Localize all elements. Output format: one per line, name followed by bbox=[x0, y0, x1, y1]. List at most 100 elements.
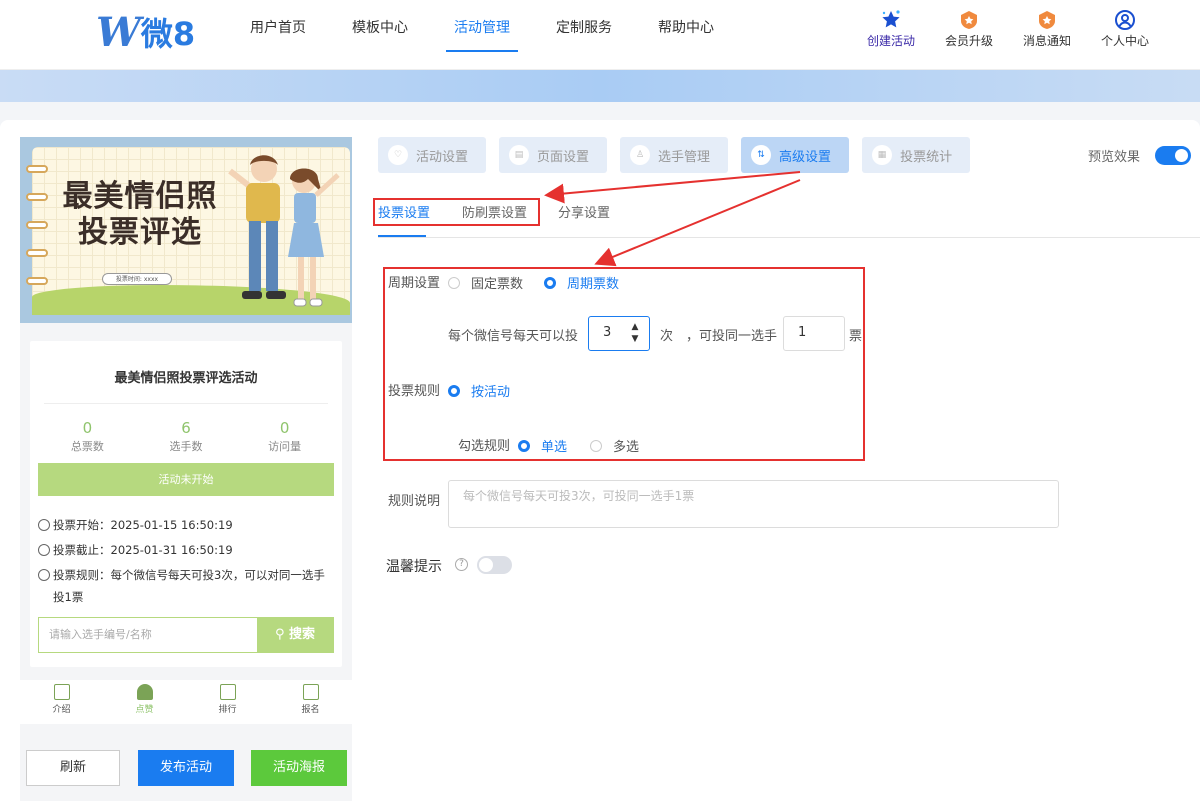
couple-illustration bbox=[228, 155, 340, 307]
activity-poster: 最美情侣照 投票评选 投票时间: xxxx bbox=[20, 137, 352, 323]
stat-label: 访问量 bbox=[268, 440, 302, 453]
top-navigation-bar: W 微8 用户首页 模板中心 活动管理 定制服务 帮助中心 创建活动 会员升级 … bbox=[0, 0, 1200, 70]
nav-item-help[interactable]: 帮助中心 bbox=[638, 0, 734, 70]
step-vote-statistics[interactable]: ▦ 投票统计 bbox=[862, 137, 971, 173]
profile-button[interactable]: 个人中心 bbox=[1086, 8, 1164, 49]
poster-title-line1: 最美情侣照 bbox=[62, 179, 218, 214]
message-notification-button[interactable]: 消息通知 bbox=[1008, 8, 1086, 49]
member-upgrade-label: 会员升级 bbox=[944, 34, 993, 48]
step-activity-settings[interactable]: ♡ 活动设置 bbox=[378, 137, 487, 173]
step-label: 投票统计 bbox=[900, 149, 953, 165]
step-advanced-settings[interactable]: ⇅ 高级设置 bbox=[741, 137, 850, 173]
step-label: 选手管理 bbox=[658, 149, 711, 165]
poster-time: 投票时间: xxxx bbox=[102, 273, 172, 285]
vote-end-text: 投票截止：2025-01-31 16:50:19 bbox=[53, 543, 233, 557]
poster-title: 最美情侣照 投票评选 bbox=[60, 179, 220, 251]
preview-toggle[interactable] bbox=[1155, 146, 1191, 165]
vote-rule-line: 投票规则：每个微信号每天可投3次，可以对同一选手投1票 bbox=[38, 563, 334, 608]
tab-like[interactable]: 点赞 bbox=[103, 680, 186, 724]
help-icon[interactable]: ? bbox=[455, 558, 468, 571]
user-icon: ♙ bbox=[630, 145, 651, 165]
refresh-button[interactable]: 刷新 bbox=[26, 750, 120, 786]
binder-ring-icon bbox=[26, 165, 48, 173]
clock-icon bbox=[38, 519, 50, 531]
rule-description-label: 规则说明 bbox=[388, 494, 441, 509]
stat-visits: 0 访问量 bbox=[235, 419, 334, 454]
binder-ring-icon bbox=[26, 193, 48, 201]
message-notification-label: 消息通知 bbox=[1022, 34, 1071, 48]
activity-poster-button[interactable]: 活动海报 bbox=[251, 750, 347, 786]
nav-item-templates[interactable]: 模板中心 bbox=[332, 0, 428, 70]
stat-value: 0 bbox=[82, 419, 93, 437]
preview-tab-bar: 介绍 点赞 排行 报名 bbox=[20, 680, 352, 724]
activity-status-banner: 活动未开始 bbox=[38, 463, 334, 496]
stat-value: 6 bbox=[181, 419, 191, 437]
preview-toggle-label: 预览效果 bbox=[1088, 150, 1141, 165]
step-page-settings[interactable]: ▤ 页面设置 bbox=[499, 137, 608, 173]
tip-toggle[interactable] bbox=[477, 556, 512, 574]
vote-rule-text: 投票规则：每个微信号每天可投3次，可以对同一选手投1票 bbox=[53, 568, 325, 604]
vote-end-line: 投票截止：2025-01-31 16:50:19 bbox=[38, 538, 334, 563]
tab-signup[interactable]: 报名 bbox=[269, 680, 352, 724]
step-label: 高级设置 bbox=[779, 149, 832, 165]
stat-value: 0 bbox=[279, 419, 290, 437]
stat-label: 选手数 bbox=[169, 440, 203, 453]
step-label: 活动设置 bbox=[416, 149, 469, 165]
step-label: 页面设置 bbox=[537, 149, 590, 165]
publish-activity-button[interactable]: 发布活动 bbox=[138, 750, 234, 786]
rule-description-textarea[interactable]: 每个微信号每天可投3次，可投同一选手1票 bbox=[448, 480, 1059, 528]
activity-name: 最美情侣照投票评选活动 bbox=[114, 371, 258, 386]
subtab-share[interactable]: 分享设置 bbox=[558, 202, 610, 221]
person-icon bbox=[136, 684, 153, 700]
tab-ranking[interactable]: 排行 bbox=[186, 680, 269, 724]
step-player-management[interactable]: ♙ 选手管理 bbox=[620, 137, 729, 173]
info-icon bbox=[38, 569, 50, 581]
binder-ring-icon bbox=[26, 249, 48, 257]
header-tools: 创建活动 会员升级 消息通知 个人中心 bbox=[852, 8, 1164, 49]
logo-text: 微8 bbox=[140, 15, 196, 53]
brand-logo[interactable]: W 微8 bbox=[96, 8, 196, 56]
create-activity-button[interactable]: 创建活动 bbox=[852, 8, 930, 49]
vote-start-line: 投票开始：2025-01-15 16:50:19 bbox=[38, 513, 334, 538]
page-icon: ▤ bbox=[509, 145, 530, 165]
binder-ring-icon bbox=[26, 221, 48, 229]
mobile-preview: 最美情侣照 投票评选 投票时间: xxxx 最美情侣照投票评选活动 0 总票数 bbox=[20, 137, 352, 801]
bar-chart-icon bbox=[219, 684, 236, 700]
search-icon: ⚲ bbox=[274, 627, 290, 642]
activity-stats: 0 总票数 6 选手数 0 访问量 bbox=[38, 419, 334, 454]
signup-icon bbox=[302, 684, 319, 700]
nav-item-home[interactable]: 用户首页 bbox=[230, 0, 326, 70]
tab-intro[interactable]: 介绍 bbox=[20, 680, 103, 724]
member-upgrade-button[interactable]: 会员升级 bbox=[930, 8, 1008, 49]
stats-icon: ▦ bbox=[872, 145, 893, 165]
search-button-label: 搜索 bbox=[289, 627, 316, 642]
player-search-input[interactable]: 请输入选手编号/名称 bbox=[39, 618, 257, 652]
tab-label: 排行 bbox=[218, 705, 237, 715]
annotation-box-form bbox=[383, 267, 865, 461]
activity-info-box: 最美情侣照投票评选活动 0 总票数 6 选手数 0 访问量 活动未开始 投票开始… bbox=[30, 341, 342, 667]
document-icon bbox=[53, 684, 70, 700]
active-subtab-indicator bbox=[378, 235, 426, 237]
stat-player-count: 6 选手数 bbox=[137, 419, 236, 454]
tip-label: 温馨提示 bbox=[386, 559, 442, 575]
badge-icon bbox=[930, 8, 1008, 32]
logo-letter: W bbox=[96, 8, 141, 56]
tab-label: 介绍 bbox=[52, 705, 71, 715]
main-nav: 用户首页 模板中心 活动管理 定制服务 帮助中心 bbox=[230, 0, 740, 70]
binder-ring-icon bbox=[26, 277, 48, 285]
divider bbox=[44, 403, 328, 404]
profile-label: 个人中心 bbox=[1100, 34, 1149, 48]
user-circle-icon bbox=[1086, 8, 1164, 32]
nav-item-activity-management[interactable]: 活动管理 bbox=[434, 0, 530, 70]
player-search-button[interactable]: ⚲ 搜索 bbox=[257, 618, 333, 652]
tab-label: 报名 bbox=[301, 705, 320, 715]
create-activity-label: 创建活动 bbox=[866, 34, 915, 48]
clock-icon bbox=[38, 544, 50, 556]
settings-steps: ♡ 活动设置 ▤ 页面设置 ♙ 选手管理 ⇅ 高级设置 ▦ 投票统计 bbox=[378, 137, 983, 173]
vote-info-lines: 投票开始：2025-01-15 16:50:19 投票截止：2025-01-31… bbox=[38, 513, 334, 608]
star-icon bbox=[852, 8, 930, 32]
stat-label: 总票数 bbox=[70, 440, 104, 453]
stat-total-votes: 0 总票数 bbox=[38, 419, 137, 454]
nav-item-custom-service[interactable]: 定制服务 bbox=[536, 0, 632, 70]
sort-icon: ⇅ bbox=[751, 145, 772, 165]
